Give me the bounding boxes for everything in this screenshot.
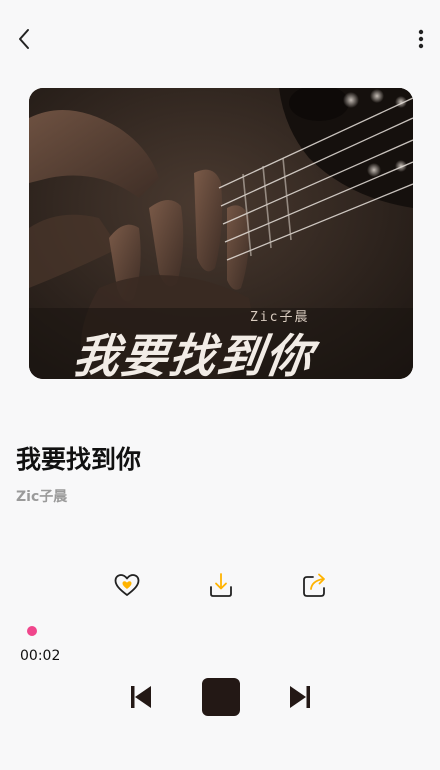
stop-button[interactable] <box>202 678 240 716</box>
skip-previous-icon <box>131 686 151 708</box>
song-title: 我要找到你 <box>16 445 142 474</box>
share-icon <box>303 573 325 597</box>
time-elapsed: 00:02 <box>20 648 61 664</box>
chevron-left-icon <box>19 29 29 49</box>
back-button[interactable] <box>10 24 38 54</box>
skip-next-icon <box>290 686 310 708</box>
download-button[interactable] <box>206 570 236 600</box>
more-vertical-icon <box>418 29 424 49</box>
more-options-button[interactable] <box>410 26 432 52</box>
previous-track-button[interactable] <box>127 682 155 712</box>
song-artist[interactable]: Zic子晨 <box>16 486 67 506</box>
download-icon <box>210 573 232 597</box>
heart-icon <box>114 574 140 596</box>
next-track-button[interactable] <box>286 682 314 712</box>
progress-knob[interactable] <box>27 626 37 636</box>
share-button[interactable] <box>300 570 330 600</box>
cover-title-text: 我要找到你 <box>69 329 318 383</box>
like-button[interactable] <box>112 570 142 600</box>
